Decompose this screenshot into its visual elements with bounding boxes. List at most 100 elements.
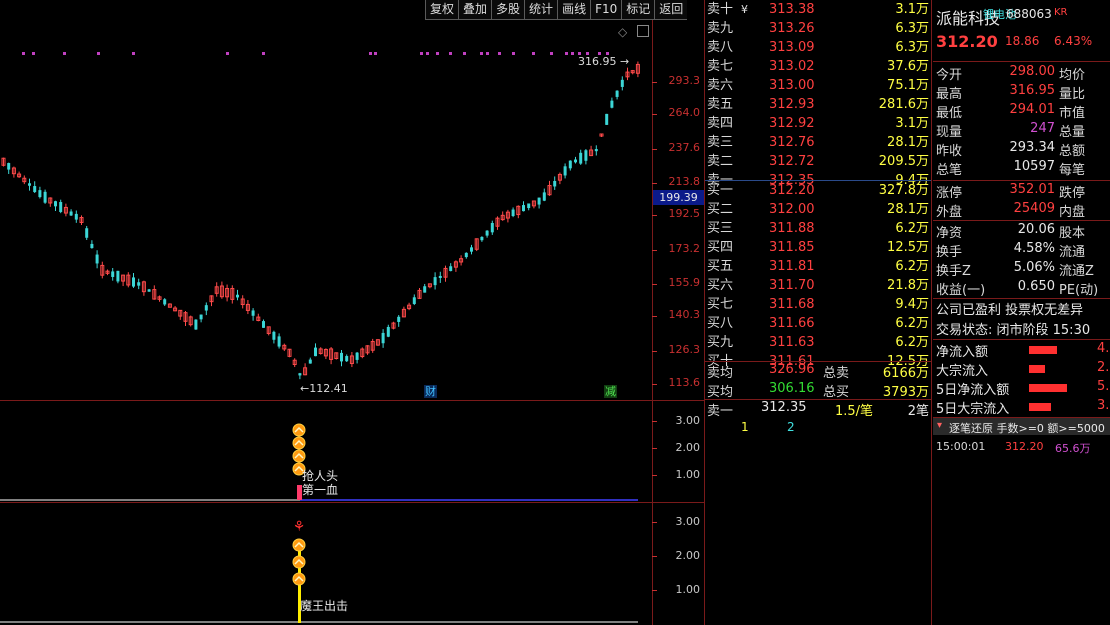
candle-body	[381, 332, 385, 344]
total-sell-value: 6166万	[882, 366, 929, 381]
buy-level-row[interactable]: 买四 311.85 12.5万	[705, 238, 931, 257]
candlestick-chart[interactable]	[0, 20, 652, 400]
sell-level-price: 312.92	[769, 116, 815, 131]
toolbar-back-button[interactable]: 返回	[654, 0, 688, 20]
low-arrow-icon: ←	[300, 382, 310, 395]
signal-coin-icon	[292, 449, 306, 463]
sell-level-row[interactable]: 卖十 313.38 3.1万 ¥	[705, 0, 931, 19]
sell-level-row[interactable]: 卖六 313.00 75.1万	[705, 76, 931, 95]
price-axis-tick	[652, 114, 657, 115]
avg-buy-value: 306.16	[769, 381, 815, 396]
tick-expand-icon[interactable]: ▾	[937, 420, 942, 431]
buy-level-row[interactable]: 买八 311.66 6.2万	[705, 314, 931, 333]
tick-price: 312.20	[1005, 440, 1044, 453]
candle-body	[563, 166, 567, 176]
sell-level-name: 卖七	[707, 59, 734, 74]
toolbar-stats-button[interactable]: 统计	[524, 0, 558, 20]
avg-sell-value: 326.96	[769, 362, 815, 377]
toolbar-fuquan-button[interactable]: 复权	[425, 0, 459, 20]
avg-sell-label: 卖均	[707, 366, 734, 381]
candle-body	[85, 228, 89, 238]
info-field-label-2: 量比	[1059, 87, 1086, 102]
reduction-badge[interactable]: 减	[604, 385, 617, 398]
financial-report-badge[interactable]: 财	[424, 385, 437, 398]
marker-dot	[32, 52, 35, 55]
sell-level-row[interactable]: 卖七 313.02 37.6万	[705, 57, 931, 76]
marker-dot	[262, 52, 265, 55]
indicator1-axis-tick	[652, 421, 657, 422]
candle-body	[59, 202, 63, 212]
toolbar-f10-button[interactable]: F10	[590, 0, 622, 20]
toolbar-overlay-button[interactable]: 叠加	[458, 0, 492, 20]
indicator1-axis-tick	[652, 475, 657, 476]
marker-dot	[463, 52, 466, 55]
buy-level-row[interactable]: 买九 311.63 6.2万	[705, 333, 931, 352]
sell-level-row[interactable]: 卖二 312.72 209.5万	[705, 152, 931, 171]
sell-level-row[interactable]: 卖三 312.76 28.1万	[705, 133, 931, 152]
marker-dot	[63, 52, 66, 55]
candle-body	[542, 192, 546, 201]
butterfly-icon: ⚘	[293, 519, 306, 535]
sell-level-volume: 3.1万	[895, 2, 929, 17]
signal-coin-icon	[292, 423, 306, 437]
marker-dot	[132, 52, 135, 55]
marker-dot	[486, 52, 489, 55]
sell-level-row[interactable]: 卖四 312.92 3.1万	[705, 114, 931, 133]
sell-level-row[interactable]: 卖九 313.26 6.3万	[705, 19, 931, 38]
buy-level-row[interactable]: 买二 312.00 28.1万	[705, 200, 931, 219]
toolbar-mark-button[interactable]: 标记	[621, 0, 655, 20]
candle-body	[620, 79, 624, 87]
foot-label: 卖一	[707, 404, 734, 419]
info-field-value: 0.650	[1017, 279, 1055, 294]
book-tab-2[interactable]: 2	[787, 420, 795, 434]
book-divider-3	[705, 399, 931, 400]
info-field-value: 4.58%	[1013, 241, 1055, 256]
indicator2-text-1: 魔王出击	[300, 599, 349, 613]
buy-level-name: 买五	[707, 259, 734, 274]
candle-body	[553, 180, 557, 187]
price-axis-tick	[652, 384, 657, 385]
marker-dot	[512, 52, 515, 55]
sell-level-row[interactable]: 卖八 313.09 6.3万	[705, 38, 931, 57]
buy-level-name: 买一	[707, 183, 734, 198]
fund-flow-label: 大宗流入	[936, 364, 989, 379]
info-field-label-2: 内盘	[1059, 205, 1086, 220]
info-field-value: 10597	[1013, 159, 1055, 174]
price-axis-label: 237.6	[668, 141, 701, 154]
tick-time: 15:00:01	[936, 440, 986, 453]
book-tab-1[interactable]: 1	[741, 420, 749, 434]
buy-level-name: 买六	[707, 278, 734, 293]
signal-coin-icon	[292, 436, 306, 450]
info-field-value: 247	[1030, 121, 1055, 136]
info-field-label-2: 总额	[1059, 144, 1086, 159]
sell-level-volume: 6.3万	[895, 40, 929, 55]
buy-level-row[interactable]: 买五 311.81 6.2万	[705, 257, 931, 276]
candle-body	[423, 286, 427, 293]
candle-body	[314, 347, 317, 357]
toolbar-draw-line-button[interactable]: 画线	[557, 0, 591, 20]
candle-body	[490, 222, 494, 233]
foot-per-trade: 1.5/笔	[835, 404, 874, 419]
sell-level-name: 卖九	[707, 21, 734, 36]
buy-level-row[interactable]: 买六 311.70 21.8万	[705, 276, 931, 295]
foot-price: 312.35	[761, 400, 807, 415]
sell-level-volume: 28.1万	[887, 135, 929, 150]
price-axis-label: 293.3	[668, 74, 701, 87]
buy-level-volume: 9.4万	[895, 297, 929, 312]
buy-level-row[interactable]: 买三 311.88 6.2万	[705, 219, 931, 238]
tick-header[interactable]: 逐笔还原 手数>=0 额>=5000	[949, 420, 1105, 436]
fund-flow-bar	[1029, 346, 1057, 354]
sell-level-row[interactable]: 卖五 312.93 281.6万	[705, 95, 931, 114]
high-price-value: 316.95	[578, 55, 617, 68]
candle-body	[251, 310, 255, 316]
candle-body	[397, 316, 401, 322]
sell-level-price: 312.72	[769, 154, 815, 169]
buy-level-row[interactable]: 买七 311.68 9.4万	[705, 295, 931, 314]
buy-level-row[interactable]: 买一 312.20 327.8万	[705, 181, 931, 200]
last-price: 312.20	[936, 32, 998, 51]
buy-level-price: 312.20	[769, 183, 815, 198]
candle-body	[199, 314, 203, 320]
marker-dot	[226, 52, 229, 55]
toolbar-multi-stock-button[interactable]: 多股	[491, 0, 525, 20]
indicator1-text-2: 第一血	[302, 483, 339, 497]
